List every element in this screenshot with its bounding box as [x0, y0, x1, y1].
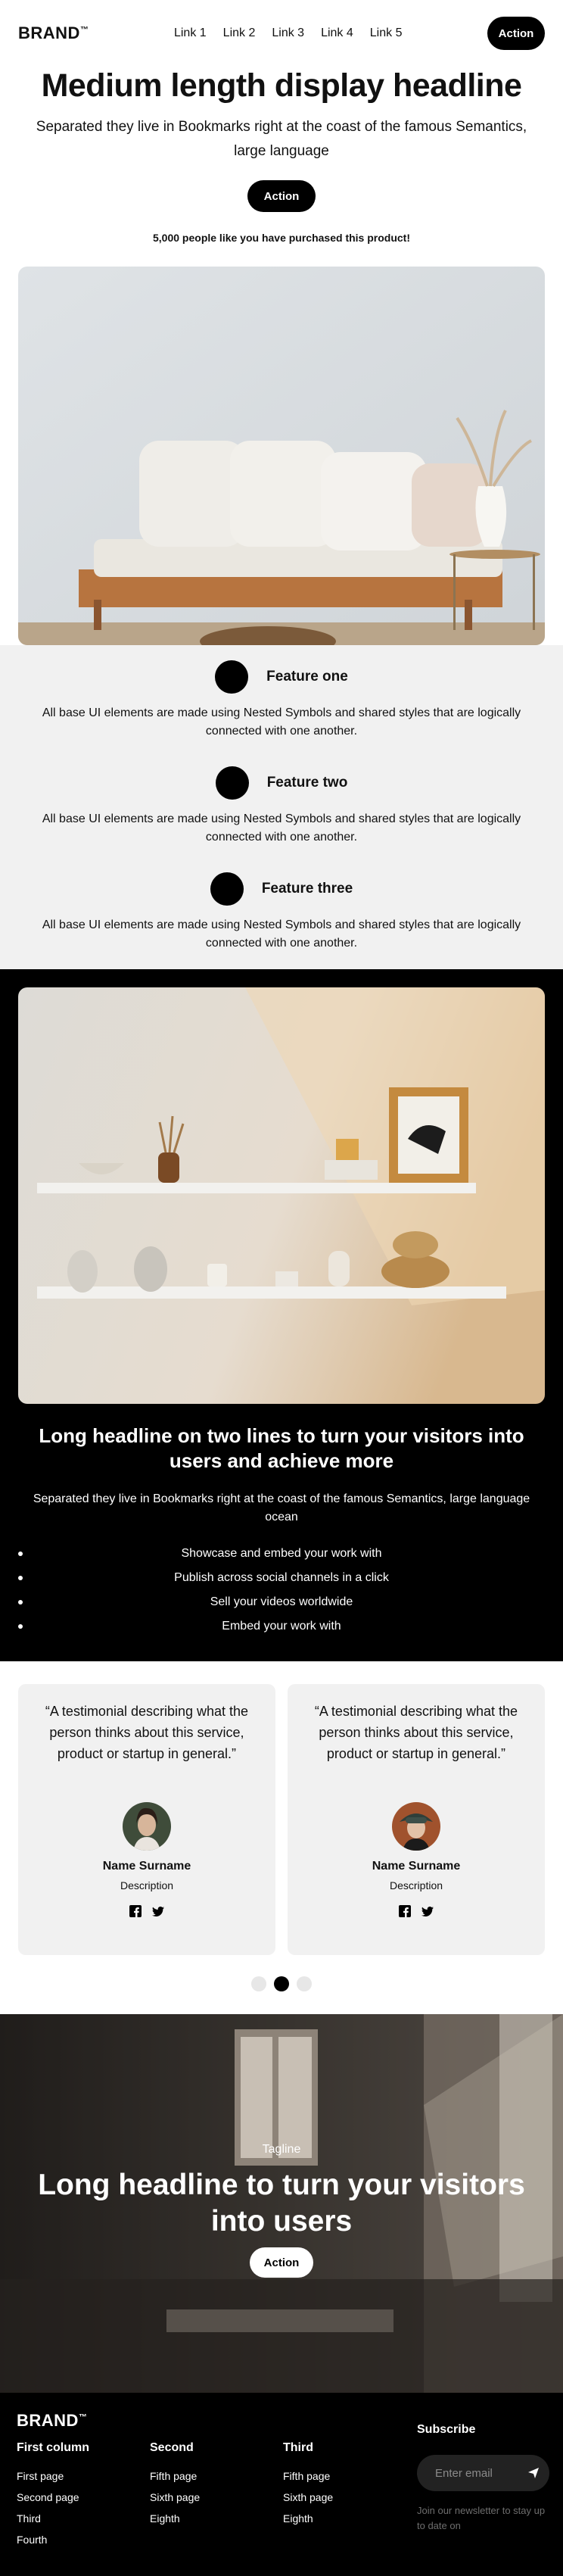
subscribe-note: Join our newsletter to stay up to date o…	[417, 2505, 546, 2531]
footer-link[interactable]: Sixth page	[150, 2487, 283, 2508]
footer-column: Third Fifth page Sixth page Eighth	[283, 2441, 416, 2550]
send-icon[interactable]	[528, 2468, 539, 2478]
nav-link-5[interactable]: Link 5	[370, 27, 403, 40]
nav-action-button[interactable]: Action	[487, 17, 545, 50]
dark-section: Long headline on two lines to turn your …	[0, 969, 563, 1661]
testimonials-section: “A testimonial describing what the perso…	[0, 1661, 563, 1991]
testimonial-name: Name Surname	[102, 1860, 191, 1873]
email-input[interactable]: Enter email	[417, 2455, 549, 2491]
carousel-pagination	[18, 1976, 545, 1991]
carousel-dot-3[interactable]	[297, 1976, 312, 1991]
footer-column: First column First page Second page Thir…	[17, 2441, 150, 2550]
footer-link[interactable]: Fourth	[17, 2529, 150, 2550]
footer-column: Second Fifth page Sixth page Eighth	[150, 2441, 283, 2550]
email-placeholder: Enter email	[435, 2466, 493, 2480]
feature-bullet-list: Showcase and embed your work with Publis…	[18, 1542, 545, 1639]
footer-link[interactable]: Fifth page	[283, 2465, 416, 2487]
footer-link[interactable]: Third	[17, 2508, 150, 2529]
features-section: Feature one All base UI elements are mad…	[0, 645, 563, 969]
top-nav: BRAND™ Link 1 Link 2 Link 3 Link 4 Link …	[0, 0, 563, 67]
feature-dot-icon	[215, 660, 249, 694]
feature-text: All base UI elements are made using Nest…	[42, 812, 521, 844]
feature-dot-icon	[210, 872, 244, 906]
testimonial-quote: “A testimonial describing what the perso…	[45, 1704, 249, 1761]
footer-link[interactable]: Second page	[17, 2487, 150, 2508]
testimonial-description: Description	[389, 1879, 443, 1891]
bullet-item: Sell your videos worldwide	[18, 1590, 545, 1614]
nav-link-4[interactable]: Link 4	[321, 27, 353, 40]
feature-item: Feature two All base UI elements are mad…	[18, 766, 545, 872]
dark-subheadline: Separated they live in Bookmarks right a…	[33, 1492, 530, 1523]
carousel-dot-2[interactable]	[274, 1976, 289, 1991]
twitter-icon[interactable]	[421, 1905, 434, 1917]
carousel-dot-1[interactable]	[251, 1976, 266, 1991]
banner-action-button[interactable]: Action	[250, 2247, 313, 2278]
cta-banner: Tagline Long headline to turn your visit…	[0, 2014, 563, 2393]
footer-link[interactable]: Fifth page	[150, 2465, 283, 2487]
twitter-icon[interactable]	[152, 1905, 164, 1917]
feature-title: Feature three	[261, 881, 353, 897]
feature-dot-icon	[215, 766, 249, 800]
footer-link[interactable]: Eighth	[150, 2508, 283, 2529]
subscribe-title: Subscribe	[417, 2423, 476, 2436]
hero-subheadline: Separated they live in Bookmarks right a…	[36, 119, 527, 159]
facebook-icon[interactable]	[129, 1905, 142, 1917]
testimonial-card: “A testimonial describing what the perso…	[288, 1684, 545, 1955]
bullet-item: Embed your work with	[18, 1614, 545, 1639]
footer-column-title: First column	[17, 2441, 90, 2454]
avatar	[392, 1802, 440, 1851]
footer-link[interactable]: First page	[17, 2465, 150, 2487]
hero-image-sofa	[18, 267, 545, 645]
footer-column-title: Third	[283, 2441, 313, 2454]
nav-link-2[interactable]: Link 2	[223, 27, 256, 40]
bullet-item: Publish across social channels in a clic…	[18, 1566, 545, 1590]
nav-links: Link 1 Link 2 Link 3 Link 4 Link 5	[89, 27, 487, 40]
hero-section: Medium length display headline Separated…	[0, 67, 563, 244]
testimonial-name: Name Surname	[372, 1860, 461, 1873]
footer: BRAND™ First column First page Second pa…	[0, 2393, 563, 2576]
footer-link[interactable]: Sixth page	[283, 2487, 416, 2508]
feature-title: Feature two	[266, 775, 348, 791]
avatar	[123, 1802, 171, 1851]
bullet-item: Showcase and embed your work with	[18, 1542, 545, 1566]
hero-action-button[interactable]: Action	[247, 180, 316, 212]
testimonial-quote: “A testimonial describing what the perso…	[314, 1704, 518, 1761]
brand-logo[interactable]: BRAND™	[18, 23, 89, 43]
nav-link-1[interactable]: Link 1	[174, 27, 207, 40]
banner-headline: Long headline to turn your visitors into…	[38, 2169, 525, 2238]
feature-item: Feature one All base UI elements are mad…	[18, 660, 545, 766]
footer-column-title: Second	[150, 2441, 194, 2454]
social-proof: 5,000 people like you have purchased thi…	[153, 232, 410, 244]
banner-tagline: Tagline	[262, 2143, 301, 2156]
testimonial-card: “A testimonial describing what the perso…	[18, 1684, 275, 1955]
nav-link-3[interactable]: Link 3	[272, 27, 304, 40]
feature-item: Feature three All base UI elements are m…	[18, 872, 545, 953]
feature-title: Feature one	[266, 669, 348, 685]
feature-text: All base UI elements are made using Nest…	[42, 706, 521, 738]
dark-headline: Long headline on two lines to turn your …	[39, 1424, 524, 1472]
hero-headline: Medium length display headline	[41, 67, 522, 104]
shelves-image	[18, 987, 545, 1404]
testimonial-description: Description	[120, 1879, 174, 1891]
feature-text: All base UI elements are made using Nest…	[42, 918, 521, 950]
footer-link[interactable]: Eighth	[283, 2508, 416, 2529]
facebook-icon[interactable]	[399, 1905, 411, 1917]
subscribe-block: Subscribe Enter email Join our newslette…	[417, 2423, 549, 2534]
